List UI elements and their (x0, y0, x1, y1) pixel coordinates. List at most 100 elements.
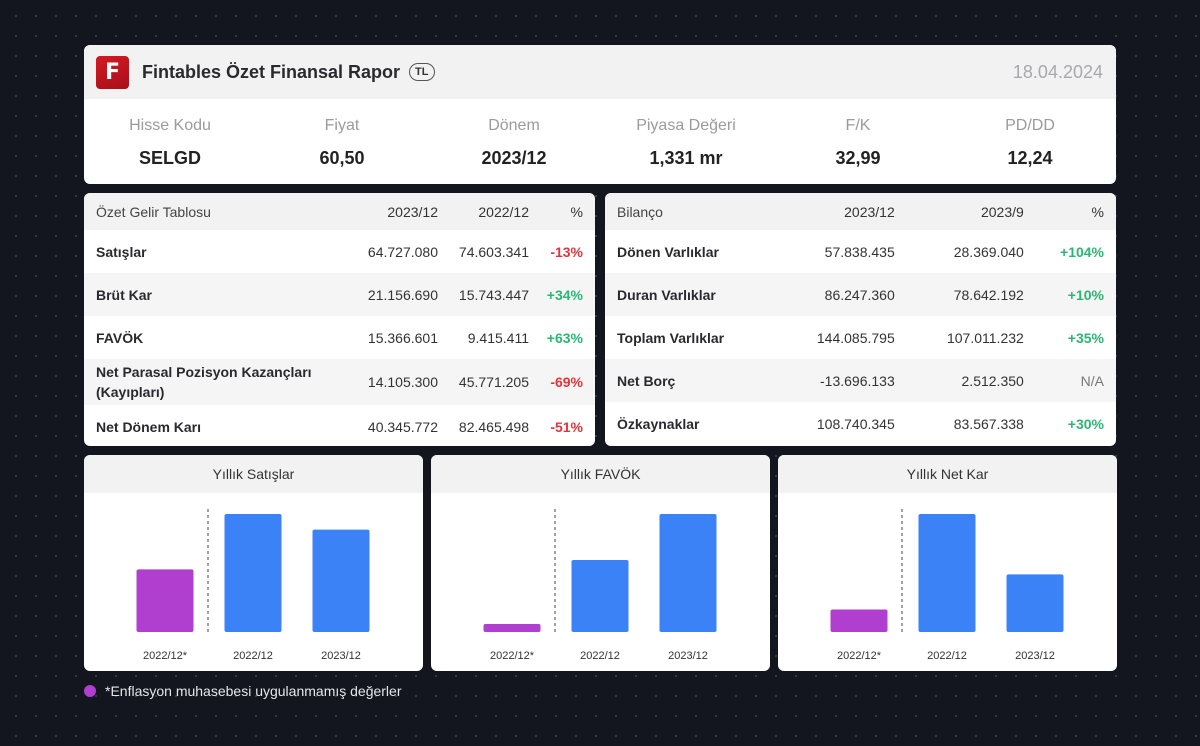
summary-market-cap: Piyasa Değeri 1,331 mr (600, 99, 772, 184)
row-label: Net Borç (617, 372, 676, 389)
table-row: FAVÖK 15.366.601 9.415.411 +63% (84, 316, 595, 359)
row-label: Brüt Kar (96, 286, 153, 303)
income-statement-table: Özet Gelir Tablosu 2023/12 2022/12 % Sat… (84, 193, 595, 446)
cell-previous: 2.512.350 (961, 372, 1024, 389)
footnote: *Enflasyon muhasebesi uygulanmamış değer… (84, 683, 402, 699)
table-row: Duran Varlıklar 86.247.360 78.642.192 +1… (605, 273, 1116, 316)
x-tick-label: 2022/12 (927, 650, 967, 662)
row-label: Net Dönem Karı (96, 418, 202, 435)
table-row: Net Borç -13.696.133 2.512.350 N/A (605, 359, 1116, 402)
row-label: Özkaynaklar (617, 415, 700, 432)
column-header: % (1091, 203, 1104, 220)
cell-current: 86.247.360 (824, 286, 895, 303)
cell-current: 64.727.080 (367, 243, 438, 260)
cell-previous: 78.642.192 (953, 286, 1024, 303)
cell-previous: 107.011.232 (946, 329, 1024, 346)
report-header-bar: F Fintables Özet Finansal Rapor TL 18.04… (84, 45, 1116, 99)
cell-change: N/A (1080, 372, 1104, 389)
chart-bar (830, 609, 888, 632)
x-tick-label: 2023/12 (668, 650, 708, 662)
fintables-logo-icon: F (96, 55, 129, 89)
table-row: Satışlar 64.727.080 74.603.341 -13% (84, 230, 595, 273)
cell-current: 14.105.300 (367, 374, 438, 390)
annual-sales-chart: Yıllık Satışlar 2022/12* 2022/12 2023/12 (84, 455, 423, 671)
x-tick-label: 2022/12* (143, 650, 188, 662)
column-header: % (570, 203, 583, 220)
cell-previous: 82.465.498 (458, 418, 529, 435)
row-label: Toplam Varlıklar (617, 329, 725, 346)
summary-price: Fiyat 60,50 (256, 99, 428, 184)
summary-label: F/K (845, 117, 871, 134)
column-header: 2023/9 (980, 203, 1024, 220)
chart-title: Yıllık Satışlar (84, 455, 423, 493)
cell-change: -69% (550, 374, 583, 390)
cell-current: 15.366.601 (367, 329, 438, 346)
table-title: Bilanço (617, 203, 663, 220)
row-label: Duran Varlıklar (617, 286, 716, 303)
row-label: FAVÖK (96, 329, 144, 346)
x-tick-label: 2023/12 (1015, 650, 1055, 662)
cell-current: 21.156.690 (367, 286, 438, 303)
chart-plot: 2022/12* 2022/12 2023/12 (136, 509, 370, 662)
row-label: Net Parasal Pozisyon Kazançları (Kayıpla… (96, 364, 312, 400)
chart-bar (1006, 574, 1064, 632)
chart-title: Yıllık FAVÖK (431, 455, 770, 493)
column-header: 2023/12 (844, 203, 895, 220)
cell-previous: 74.603.341 (458, 243, 529, 260)
table-header: Bilanço 2023/12 2023/9 % (605, 193, 1116, 230)
summary-label: Hisse Kodu (129, 117, 211, 134)
cell-change: +10% (1067, 286, 1104, 303)
x-tick-label: 2023/12 (321, 650, 361, 662)
table-row: Net Dönem Karı 40.345.772 82.465.498 -51… (84, 405, 595, 446)
chart-bar (312, 529, 370, 632)
chart-plot: 2022/12* 2022/12 2023/12 (483, 509, 717, 662)
cell-previous: 15.743.447 (458, 286, 529, 303)
chart-bar (483, 624, 541, 632)
x-tick-label: 2022/12* (837, 650, 882, 662)
summary-pe: F/K 32,99 (772, 99, 944, 184)
row-label: Dönen Varlıklar (617, 243, 719, 260)
chart-bar (224, 514, 282, 632)
currency-badge: TL (409, 63, 435, 81)
summary-value: 60,50 (319, 148, 365, 168)
cell-change: -51% (550, 418, 583, 435)
chart-bar (571, 559, 629, 632)
footnote-text: *Enflasyon muhasebesi uygulanmamış değer… (105, 683, 402, 699)
cell-change: +35% (1067, 329, 1104, 346)
summary-label: PD/DD (1005, 117, 1055, 134)
summary-label: Dönem (488, 117, 540, 134)
table-row: Dönen Varlıklar 57.838.435 28.369.040 +1… (605, 230, 1116, 273)
cell-change: +63% (546, 329, 583, 346)
cell-previous: 28.369.040 (953, 243, 1024, 260)
chart-bar (918, 514, 976, 632)
chart-plot: 2022/12* 2022/12 2023/12 (830, 509, 1064, 662)
summary-value: 1,331 mr (649, 148, 723, 168)
report-title: Fintables Özet Finansal Rapor (142, 61, 401, 82)
cell-change: +30% (1067, 415, 1104, 432)
cell-change: +104% (1060, 243, 1104, 260)
cell-previous: 45.771.205 (458, 374, 529, 390)
row-label: Satışlar (96, 243, 147, 260)
cell-previous: 83.567.338 (953, 415, 1024, 432)
balance-sheet-table: Bilanço 2023/12 2023/9 % Dönen Varlıklar… (605, 193, 1116, 446)
table-row: Brüt Kar 21.156.690 15.743.447 +34% (84, 273, 595, 316)
summary-value: 32,99 (835, 148, 881, 168)
summary-value: 2023/12 (481, 148, 547, 168)
cell-current: 40.345.772 (367, 418, 438, 435)
cell-change: -13% (550, 243, 583, 260)
cell-current: 57.838.435 (824, 243, 895, 260)
cell-current: 144.085.795 (816, 329, 895, 346)
table-title: Özet Gelir Tablosu (96, 203, 211, 220)
summary-label: Piyasa Değeri (636, 117, 736, 134)
report-date: 18.04.2024 (1012, 62, 1103, 82)
chart-bar (136, 569, 194, 632)
x-tick-label: 2022/12 (580, 650, 620, 662)
chart-bar (659, 514, 717, 632)
summary-pb: PD/DD 12,24 (944, 99, 1116, 184)
summary-ticker: Hisse Kodu SELGD (84, 99, 256, 184)
summary-period: Dönem 2023/12 (428, 99, 600, 184)
summary-value: SELGD (138, 148, 201, 168)
cell-current: 108.740.345 (816, 415, 895, 432)
x-tick-label: 2022/12* (490, 650, 535, 662)
cell-current: -13.696.133 (820, 372, 895, 389)
